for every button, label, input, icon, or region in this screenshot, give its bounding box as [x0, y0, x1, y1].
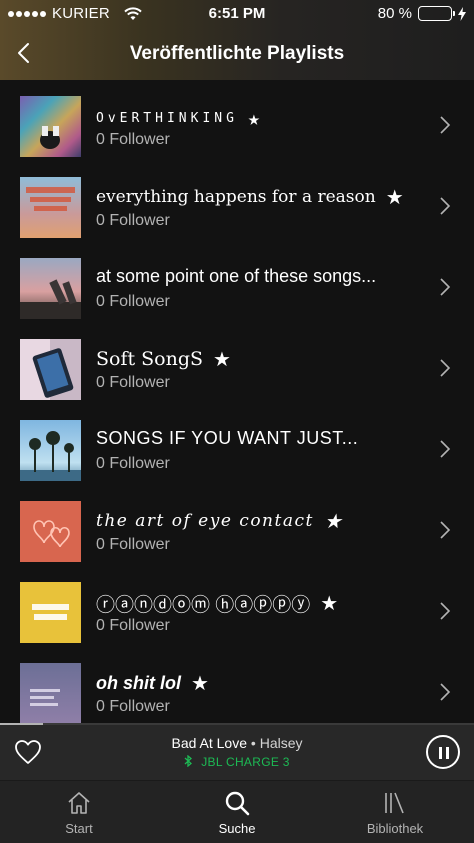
follower-count: 0 Follower: [96, 698, 170, 715]
chevron-right-icon: [440, 278, 451, 296]
battery-percent: 80 %: [377, 5, 412, 22]
now-playing-track: Bad At Love • Halsey: [0, 735, 474, 751]
playlist-name: Soft SongS: [96, 348, 204, 370]
status-right: 80 %: [378, 5, 466, 22]
library-icon: [385, 792, 404, 814]
follower-count: 0 Follower: [96, 536, 170, 553]
chevron-right-icon: [440, 602, 451, 620]
follower-count: 0 Follower: [96, 374, 170, 391]
playlist-cover: [20, 96, 81, 157]
playlist-cover: [20, 258, 81, 319]
chevron-right-icon: [440, 359, 451, 377]
playlist-cover: [20, 339, 81, 400]
charging-icon: [458, 6, 466, 21]
playlist-cover: [20, 501, 81, 562]
follower-count: 0 Follower: [96, 131, 170, 148]
chevron-right-icon: [440, 521, 451, 539]
status-bar: KURIER 6:51 PM 80 %: [0, 0, 474, 28]
chevron-right-icon: [440, 116, 451, 134]
battery-icon: [418, 6, 455, 21]
tab-bibliothek[interactable]: Bibliothek: [335, 789, 455, 836]
playlist-row[interactable]: the art of eye contact ★ 0 Follower: [0, 491, 474, 572]
star-icon: ★: [323, 509, 344, 533]
track-artist: Halsey: [259, 735, 303, 751]
follower-count: 0 Follower: [96, 455, 170, 472]
connected-device[interactable]: JBL CHARGE 3: [0, 754, 474, 769]
tab-label: Suche: [218, 821, 256, 836]
tab-start[interactable]: Start: [19, 789, 139, 836]
pause-icon-bar: [446, 747, 449, 759]
playlist-cover: [20, 663, 81, 724]
follower-count: 0 Follower: [96, 212, 170, 229]
playlist-name: ⓡⓐⓝⓓⓞⓜ ⓗⓐⓟⓟⓨ: [96, 595, 311, 616]
playlist-row[interactable]: ⓡⓐⓝⓓⓞⓜ ⓗⓐⓟⓟⓨ ★ 0 Follower: [0, 572, 474, 653]
star-icon: ★: [320, 593, 339, 615]
playlist-name: everything happens for a reason: [96, 187, 376, 207]
playlist-row[interactable]: OvERTHINKING ★ 0 Follower: [0, 86, 474, 167]
star-icon: ★: [247, 106, 264, 130]
playlist-name: oh shit lol: [96, 673, 181, 693]
device-name: JBL CHARGE 3: [201, 755, 290, 769]
playlist-row[interactable]: SONGS IF YOU WANT JUST... 0 Follower: [0, 410, 474, 491]
playlist-cover: [20, 177, 81, 238]
track-title: Bad At Love: [171, 735, 248, 751]
mini-player[interactable]: Bad At Love • Halsey JBL CHARGE 3: [0, 725, 474, 780]
search-icon: [225, 791, 250, 816]
star-icon: ★: [385, 185, 404, 209]
tab-label: Bibliothek: [366, 821, 424, 836]
header-background: KURIER 6:51 PM 80 % Veröffentlichte Play…: [0, 0, 474, 80]
playlist-name: the art of eye contact: [96, 511, 314, 531]
star-icon: ★: [191, 673, 209, 695]
track-separator: •: [247, 735, 260, 751]
follower-count: 0 Follower: [96, 293, 170, 310]
pause-button[interactable]: [426, 735, 460, 769]
star-icon: ★: [213, 347, 231, 371]
playlist-cover: [20, 582, 81, 643]
page-title: Veröffentlichte Playlists: [129, 43, 345, 64]
playlist-row[interactable]: Soft SongS ★ 0 Follower: [0, 329, 474, 410]
playlist-name: at some point one of these songs...: [96, 266, 377, 286]
tab-label: Start: [65, 821, 93, 836]
playlist-name: SONGS IF YOU WANT JUST...: [96, 428, 359, 448]
home-icon: [68, 792, 90, 814]
tab-suche[interactable]: Suche: [177, 789, 297, 836]
playlist-row[interactable]: at some point one of these songs... 0 Fo…: [0, 248, 474, 329]
playlist-row[interactable]: oh shit lol ★ 0 Follower: [0, 653, 474, 734]
playlist-name: OvERTHINKING: [96, 110, 238, 126]
bluetooth-icon: [184, 754, 193, 768]
playlist-cover: [20, 420, 81, 481]
playlist-row[interactable]: everything happens for a reason ★ 0 Foll…: [0, 167, 474, 248]
pause-icon: [439, 747, 442, 759]
tab-bar: Start Suche Bibliothek: [0, 780, 474, 843]
chevron-right-icon: [440, 683, 451, 701]
nav-bar: Veröffentlichte Playlists: [0, 30, 474, 76]
chevron-right-icon: [440, 440, 451, 458]
follower-count: 0 Follower: [96, 617, 170, 634]
chevron-right-icon: [440, 197, 451, 215]
